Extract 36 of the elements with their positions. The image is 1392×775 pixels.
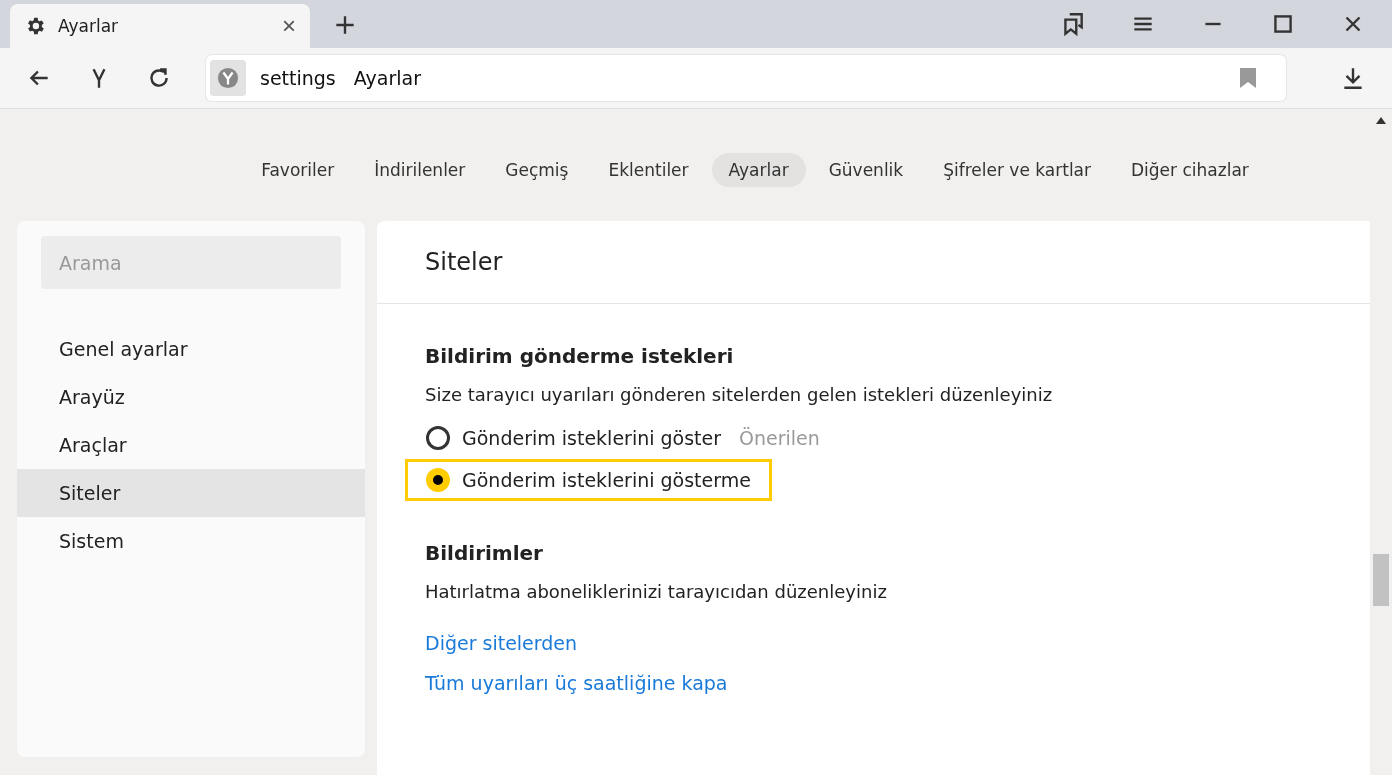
- sidebar-item[interactable]: Araçlar: [17, 421, 365, 469]
- sidebar-item[interactable]: Genel ayarlar: [17, 325, 365, 373]
- address-bar[interactable]: settings Ayarlar: [206, 55, 1286, 101]
- radio-button[interactable]: [426, 426, 450, 450]
- section-title: Bildirim gönderme istekleri: [425, 344, 735, 368]
- page-title: Siteler: [377, 221, 1370, 304]
- search-field[interactable]: Arama: [41, 236, 341, 289]
- link[interactable]: Diğer sitelerden: [425, 632, 1322, 654]
- site-icon: [210, 60, 246, 96]
- scroll-up-icon[interactable]: [1376, 117, 1386, 124]
- radio-option[interactable]: Gönderim isteklerini göster Önerilen: [405, 417, 841, 459]
- close-tab-button[interactable]: ×: [282, 12, 296, 40]
- nav-tab[interactable]: Şifreler ve kartlar: [926, 153, 1108, 187]
- nav-tab[interactable]: Geçmiş: [488, 153, 586, 187]
- section-title: Bildirimler: [425, 541, 544, 565]
- option-label: Gönderim isteklerini gösterme: [462, 469, 751, 491]
- nav-tab[interactable]: Eklentiler: [591, 153, 706, 187]
- highlighted-option[interactable]: Gönderim isteklerini gösterme: [405, 459, 772, 501]
- scrollbar-thumb[interactable]: [1373, 554, 1389, 606]
- nav-tab[interactable]: Ayarlar: [711, 153, 806, 187]
- nav-tab[interactable]: Güvenlik: [811, 153, 921, 187]
- nav-tab[interactable]: Diğer cihazlar: [1114, 153, 1266, 187]
- browser-tab[interactable]: Ayarlar ×: [10, 4, 310, 48]
- sidebar-item[interactable]: Siteler: [17, 469, 365, 517]
- sidebar-item[interactable]: Arayüz: [17, 373, 365, 421]
- section-description: Hatırlatma aboneliklerinizi tarayıcıdan düzenleyiniz: [425, 581, 888, 602]
- option-label: Gönderim isteklerini göster: [462, 427, 722, 449]
- nav-tab[interactable]: İndirilenler: [357, 153, 483, 187]
- tab-title: Ayarlar: [58, 16, 120, 36]
- section-description: Size tarayıcı uyarıları gönderen sitelerden gelen istekleri düzenleyiniz: [425, 384, 1054, 405]
- bookmark-icon[interactable]: [1240, 68, 1256, 88]
- sidebar-item[interactable]: Sistem: [17, 517, 365, 565]
- option-note: Önerilen: [739, 427, 820, 449]
- nav-tab[interactable]: Favoriler: [244, 153, 352, 187]
- link[interactable]: Tüm uyarıları üç saatliğine kapa: [425, 672, 1322, 694]
- address-text: settings Ayarlar: [260, 67, 422, 89]
